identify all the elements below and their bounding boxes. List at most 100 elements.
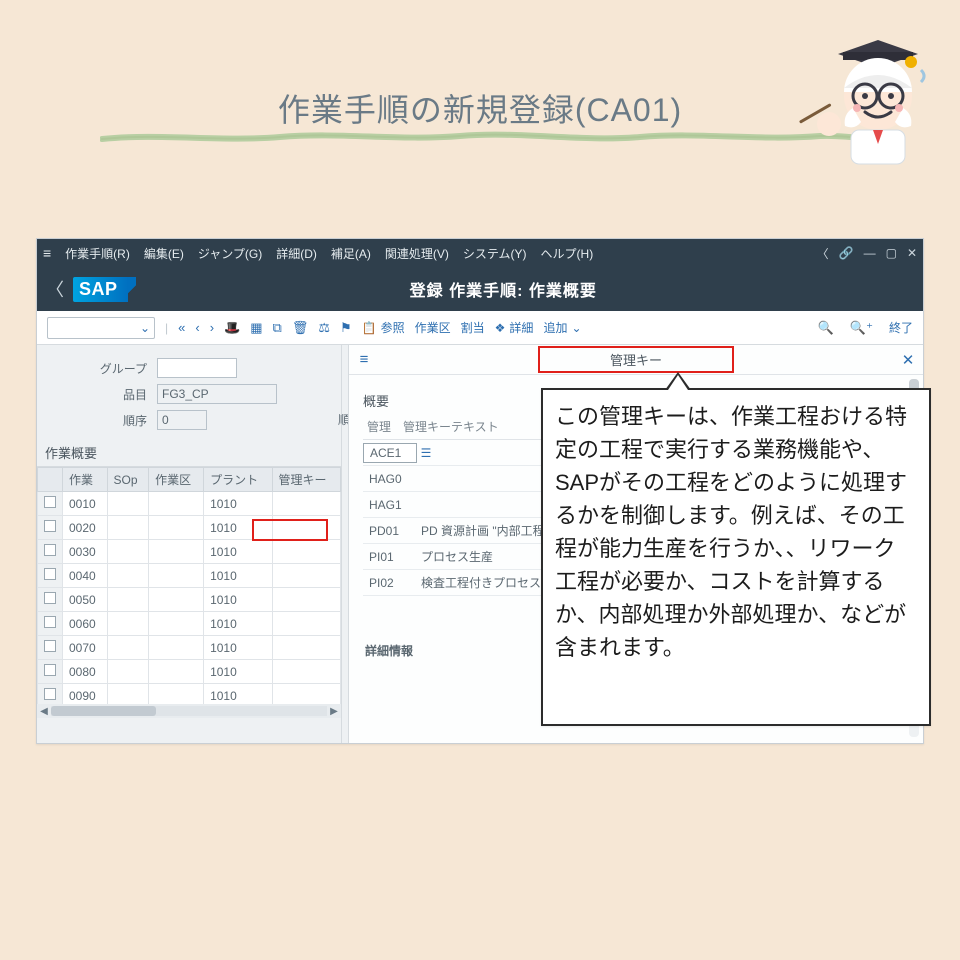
cell-ctrlkey[interactable] [272,636,340,660]
cell-sop[interactable] [107,540,149,564]
menu-item[interactable]: 編集(E) [144,245,184,262]
row-checkbox[interactable] [44,520,56,532]
trash-icon[interactable]: 🗑 [292,320,309,336]
flag-icon[interactable]: ⚑ [340,320,352,336]
menu-item[interactable]: ヘルプ(H) [541,245,594,262]
first-icon[interactable]: « [178,320,185,335]
cell-op[interactable]: 0060 [63,612,108,636]
balance-icon[interactable]: ⚖ [318,320,330,336]
cell-op[interactable]: 0070 [63,636,108,660]
cell-workcenter[interactable] [149,564,204,588]
menu-item[interactable]: 詳細(D) [276,245,317,262]
workcenter-button[interactable]: 作業区 [415,319,451,336]
cell-workcenter[interactable] [149,492,204,516]
add-button[interactable]: 追加 ⌄ [543,319,581,336]
cell-plant[interactable]: 1010 [204,516,272,540]
table-row[interactable]: 0020 1010 [38,516,341,540]
row-checkbox[interactable] [44,616,56,628]
cell-sop[interactable] [107,612,149,636]
row-checkbox[interactable] [44,640,56,652]
cell-sop[interactable] [107,588,149,612]
cell-workcenter[interactable] [149,516,204,540]
cell-sop[interactable] [107,492,149,516]
cell-plant[interactable]: 1010 [204,660,272,684]
cell-ctrlkey[interactable] [272,660,340,684]
col-sop[interactable]: SOp [107,468,149,492]
cell-op[interactable]: 0030 [63,540,108,564]
row-checkbox[interactable] [44,568,56,580]
popup-menu-icon[interactable]: ≡ [349,351,379,368]
col-op[interactable]: 作業 [63,468,108,492]
cell-ctrlkey[interactable] [272,612,340,636]
table-row[interactable]: 0040 1010 [38,564,341,588]
grid-icon[interactable]: ▦ [250,320,262,336]
row-checkbox[interactable] [44,544,56,556]
prev-icon[interactable]: ‹ [195,320,199,335]
maximize-icon[interactable]: ▢ [886,246,897,260]
row-checkbox[interactable] [44,688,56,700]
menu-icon[interactable]: ≡ [43,245,51,261]
cell-sop[interactable] [107,660,149,684]
toolbar-select[interactable]: ⌄ [47,317,155,339]
cell-workcenter[interactable] [149,636,204,660]
cell-sop[interactable] [107,564,149,588]
col-plant[interactable]: プラント [204,468,272,492]
popup-close-icon[interactable]: ✕ [893,351,923,369]
cell-ctrlkey[interactable] [272,588,340,612]
menu-item[interactable]: 補足(A) [331,245,371,262]
cell-sop[interactable] [107,516,149,540]
group-input[interactable] [157,358,237,378]
cell-ctrlkey[interactable] [272,516,340,540]
value-help-icon[interactable]: ☰ [419,446,433,460]
cell-plant[interactable]: 1010 [204,636,272,660]
cell-ctrlkey[interactable] [272,564,340,588]
row-checkbox[interactable] [44,592,56,604]
reference-button[interactable]: 📋 参照 [362,319,405,336]
detail-button[interactable]: ❖ 詳細 [495,319,534,336]
exit-button[interactable]: 終了 [889,319,913,336]
table-row[interactable]: 0080 1010 [38,660,341,684]
nav-prev-icon[interactable]: 〈 [817,245,829,262]
cell-workcenter[interactable] [149,612,204,636]
menu-item[interactable]: ジャンプ(G) [198,245,262,262]
search-plus-icon[interactable]: 🔍⁺ [850,320,873,336]
cell-ctrlkey[interactable] [272,540,340,564]
menu-item[interactable]: 関連処理(V) [385,245,449,262]
menu-item[interactable]: 作業手順(R) [65,245,130,262]
cell-op[interactable]: 0050 [63,588,108,612]
allocate-button[interactable]: 割当 [461,319,485,336]
cell-op[interactable]: 0040 [63,564,108,588]
h-scrollbar[interactable]: ◀▶ [37,704,341,718]
table-row[interactable]: 0060 1010 [38,612,341,636]
menu-item[interactable]: システム(Y) [463,245,527,262]
cell-workcenter[interactable] [149,588,204,612]
cell-op[interactable]: 0020 [63,516,108,540]
cell-plant[interactable]: 1010 [204,588,272,612]
cell-plant[interactable]: 1010 [204,612,272,636]
link-icon[interactable]: 🔗 [839,246,854,260]
close-icon[interactable]: ✕ [907,246,917,260]
cell-op[interactable]: 0010 [63,492,108,516]
back-button[interactable]: 〈 [37,276,73,302]
cell-op[interactable]: 0080 [63,660,108,684]
hat-icon[interactable]: 🎩 [224,320,240,336]
structure-icon[interactable]: ⧉ [273,320,282,336]
cell-workcenter[interactable] [149,660,204,684]
cell-sop[interactable] [107,636,149,660]
cell-plant[interactable]: 1010 [204,540,272,564]
table-row[interactable]: 0030 1010 [38,540,341,564]
table-row[interactable]: 0050 1010 [38,588,341,612]
table-row[interactable]: 0070 1010 [38,636,341,660]
col-workcenter[interactable]: 作業区 [149,468,204,492]
row-checkbox[interactable] [44,664,56,676]
table-row[interactable]: 0010 1010 [38,492,341,516]
cell-plant[interactable]: 1010 [204,564,272,588]
cell-plant[interactable]: 1010 [204,492,272,516]
row-checkbox[interactable] [44,496,56,508]
col-ctrlkey[interactable]: 管理キー [272,468,340,492]
search-icon[interactable]: 🔍 [818,320,834,336]
cell-ctrlkey[interactable] [272,492,340,516]
next-icon[interactable]: › [210,320,214,335]
cell-workcenter[interactable] [149,540,204,564]
minimize-icon[interactable]: — [864,246,876,260]
